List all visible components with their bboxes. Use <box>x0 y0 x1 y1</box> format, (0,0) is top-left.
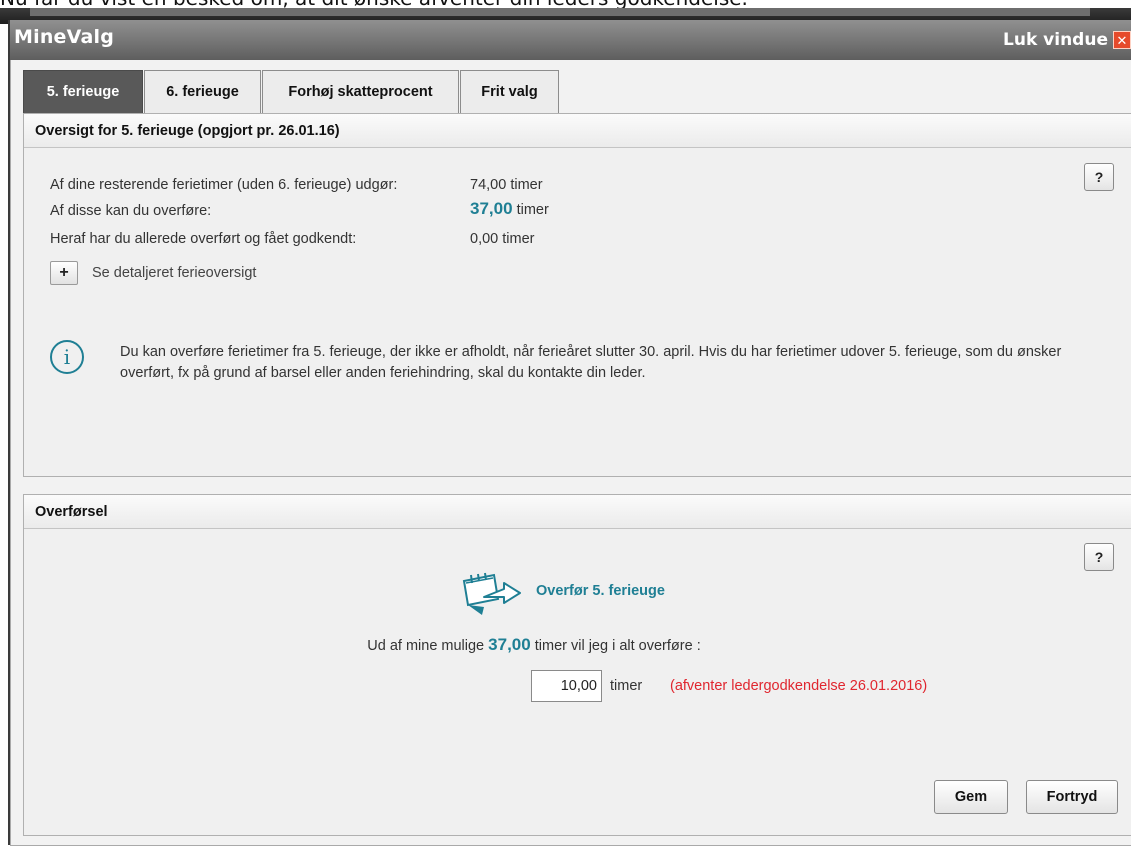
transferable-hours-label: Af disse kan du overføre: <box>50 203 212 219</box>
approved-hours-unit: timer <box>502 231 535 247</box>
close-window-button[interactable]: Luk vindue ✕ <box>1003 28 1131 52</box>
transferable-hours-value: 37,00 timer <box>470 199 549 219</box>
calendar-transfer-icon <box>462 572 521 615</box>
title-bar: MineValg Luk vindue ✕ <box>10 20 1131 60</box>
info-icon: i <box>50 340 84 374</box>
prompt-max-hours: 37,00 <box>488 635 531 654</box>
overview-help-button[interactable]: ? <box>1084 163 1114 191</box>
detailed-overview-link[interactable]: Se detaljeret ferieoversigt <box>92 265 256 281</box>
instruction-caption: Nu får du vist en besked om, at dit ønsk… <box>0 0 1131 8</box>
approved-hours-label: Heraf har du allerede overført og fået g… <box>50 231 357 247</box>
tab-label: Frit valg <box>481 84 538 100</box>
transferable-hours-unit: timer <box>516 202 549 218</box>
remaining-hours-label: Af dine resterende ferietimer (uden 6. f… <box>50 177 398 193</box>
approved-hours-value: 0,00 timer <box>470 231 535 247</box>
tab-frit-valg[interactable]: Frit valg <box>460 70 559 113</box>
pending-approval-status: (afventer ledergodkendelse 26.01.2016) <box>670 678 928 694</box>
transfer-heading: Overførsel <box>24 495 1131 529</box>
prompt-prefix: Ud af mine mulige <box>367 638 485 654</box>
overview-heading: Oversigt for 5. ferieuge (opgjort pr. 26… <box>24 114 1131 148</box>
window-title: MineValg <box>14 26 115 48</box>
remaining-hours-number: 74,00 <box>470 177 507 193</box>
overview-section: Oversigt for 5. ferieuge (opgjort pr. 26… <box>23 113 1131 477</box>
transfer-hours-unit: timer <box>610 678 643 694</box>
expand-details-button[interactable]: + <box>50 261 78 285</box>
tab-5-ferieuge[interactable]: 5. ferieuge <box>23 70 143 113</box>
remaining-hours-value: 74,00 timer <box>470 177 543 193</box>
tab-label: 5. ferieuge <box>46 84 120 100</box>
info-text: Du kan overføre ferietimer fra 5. ferieu… <box>120 344 1062 381</box>
transfer-title: Overfør 5. ferieuge <box>536 583 665 599</box>
transfer-help-button[interactable]: ? <box>1084 543 1114 571</box>
tab-label: 6. ferieuge <box>166 84 239 100</box>
tab-6-ferieuge[interactable]: 6. ferieuge <box>144 70 261 113</box>
remaining-hours-unit: timer <box>510 177 543 193</box>
transferable-hours-number: 37,00 <box>470 199 513 218</box>
cancel-button[interactable]: Fortryd <box>1026 780 1118 814</box>
transfer-prompt: Ud af mine mulige 37,00 timer vil jeg i … <box>24 635 1131 655</box>
tab-forhoej-skatteprocent[interactable]: Forhøj skatteprocent <box>262 70 459 113</box>
close-window-label: Luk vindue <box>1003 30 1108 50</box>
save-button[interactable]: Gem <box>934 780 1008 814</box>
transfer-hours-input[interactable] <box>531 670 602 702</box>
transfer-section: Overførsel ? Overfør 5. ferieuge Ud af m… <box>23 494 1131 836</box>
tab-label: Forhøj skatteprocent <box>288 84 433 100</box>
prompt-suffix: timer vil jeg i alt overføre : <box>534 638 701 654</box>
content-panel: 5. ferieuge 6. ferieuge Forhøj skattepro… <box>10 60 1131 846</box>
close-icon[interactable]: ✕ <box>1113 31 1131 49</box>
minevalg-window: MineValg Luk vindue ✕ 5. ferieuge 6. fer… <box>8 20 1131 846</box>
approved-hours-number: 0,00 <box>470 231 499 247</box>
